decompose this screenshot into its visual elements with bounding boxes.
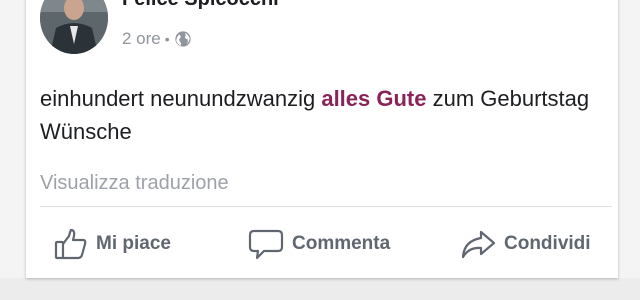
more-options-icon[interactable]: ··· (576, 0, 601, 12)
comment-icon (248, 229, 284, 260)
thumbs-up-icon (54, 228, 87, 260)
author-name[interactable]: Felice Spicocchi (122, 0, 279, 11)
like-label: Mi piace (96, 233, 171, 254)
globe-icon (175, 31, 191, 47)
share-button[interactable]: Condividi (460, 224, 591, 264)
post-meta: 2 ore • (122, 29, 192, 49)
share-label: Condividi (504, 233, 591, 254)
post-timestamp[interactable]: 2 ore (122, 29, 161, 49)
actions-divider (40, 206, 612, 207)
meta-separator: • (164, 31, 170, 47)
post-text-highlight: alles Gute (321, 86, 427, 111)
translate-link[interactable]: Visualizza traduzione (40, 172, 229, 195)
comment-label: Commenta (292, 233, 391, 254)
share-icon (461, 230, 496, 259)
post-text: einhundert neunundzwanzig alles Gute zum… (40, 82, 600, 148)
page-background-strip (0, 278, 640, 300)
like-button[interactable]: Mi piace (54, 224, 171, 264)
post-text-before: einhundert neunundzwanzig (40, 86, 322, 111)
comment-button[interactable]: Commenta (248, 224, 390, 264)
